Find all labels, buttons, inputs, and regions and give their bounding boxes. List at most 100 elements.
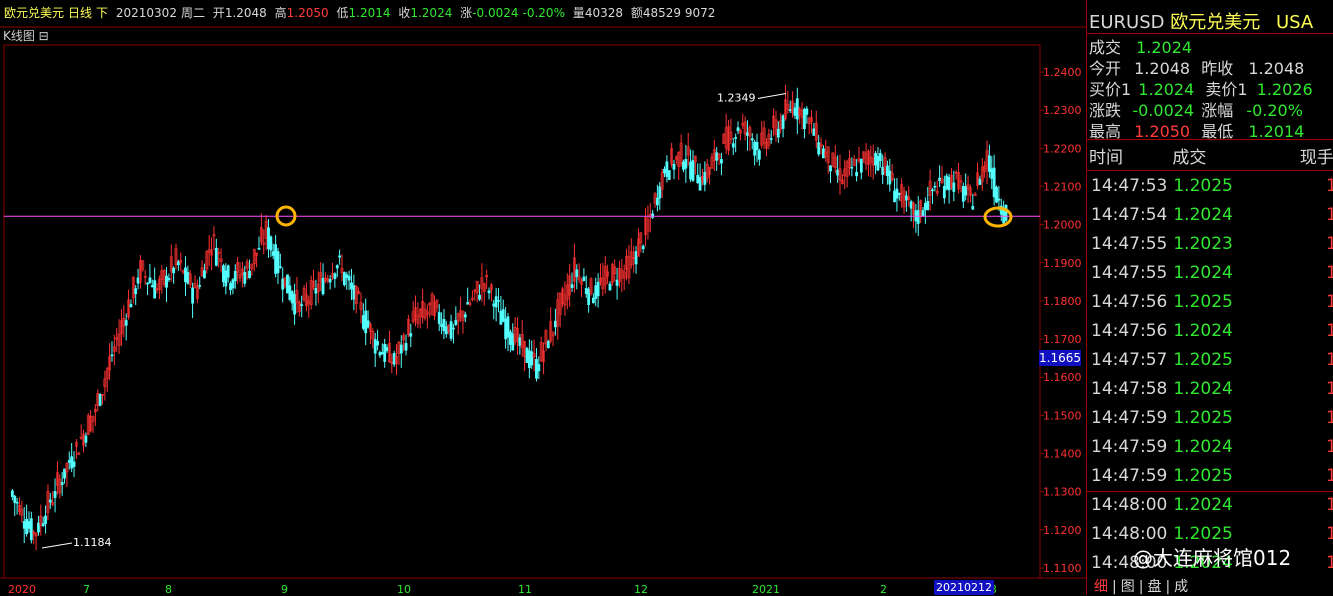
tab-detail[interactable]: 细 bbox=[1094, 579, 1108, 595]
candle-body bbox=[136, 277, 140, 284]
candle-body bbox=[634, 251, 638, 265]
tick-row: 14:47:59 1.2025 1 bbox=[1091, 466, 1333, 486]
tick-row: 14:47:59 1.2025 1 bbox=[1091, 408, 1333, 428]
tick-time: 14:47:59 bbox=[1091, 466, 1168, 486]
candle-body bbox=[720, 158, 723, 164]
candle-body bbox=[665, 161, 669, 177]
ticks-header-time: 时间 bbox=[1089, 148, 1123, 168]
candle-body bbox=[769, 138, 773, 140]
candle-body bbox=[290, 291, 294, 304]
candle-body bbox=[124, 320, 128, 326]
info-close: 1.2024 bbox=[410, 6, 453, 20]
ticks-header-price: 成交 bbox=[1172, 148, 1207, 168]
candle-body bbox=[129, 304, 133, 308]
x-tick-label: 2 bbox=[880, 583, 887, 595]
annotation-high: 1.2349 bbox=[717, 91, 756, 104]
candle-body bbox=[404, 343, 408, 351]
candle-body bbox=[172, 267, 176, 274]
candle-body bbox=[942, 186, 946, 199]
candle-body bbox=[392, 353, 396, 365]
info-amount-label: 额 bbox=[630, 6, 643, 20]
candle-body bbox=[734, 137, 738, 139]
tick-time: 14:47:59 bbox=[1091, 408, 1168, 428]
candle-body bbox=[184, 267, 187, 283]
divider bbox=[1087, 491, 1333, 492]
tick-hand: 1 bbox=[1326, 176, 1333, 196]
tick-time: 14:47:59 bbox=[1091, 437, 1168, 457]
candle-body bbox=[399, 344, 403, 354]
candle-body bbox=[293, 294, 296, 315]
candle-body bbox=[281, 278, 285, 290]
candle-body bbox=[803, 109, 806, 130]
candle-body bbox=[795, 98, 799, 120]
candle-body bbox=[931, 189, 934, 192]
info-dir: 下 bbox=[96, 6, 109, 20]
tick-hand: 1 bbox=[1326, 437, 1333, 457]
candle-body bbox=[314, 287, 318, 294]
divider bbox=[1087, 139, 1333, 140]
tab-trades[interactable]: 成 bbox=[1174, 579, 1188, 595]
candle-body bbox=[753, 141, 757, 156]
tick-row: 14:47:58 1.2024 1 bbox=[1091, 379, 1333, 399]
candle-body bbox=[961, 186, 965, 202]
kline-tab[interactable]: K线图 ⊟ bbox=[3, 27, 49, 44]
info-open: 1.2048 bbox=[224, 6, 267, 20]
candle-body bbox=[850, 166, 854, 169]
y-tick-label: 1.2100 bbox=[1043, 180, 1082, 193]
tick-time: 14:47:56 bbox=[1091, 292, 1168, 312]
candle-body bbox=[13, 495, 17, 503]
candle-body bbox=[537, 364, 541, 372]
plot-frame bbox=[3, 44, 1041, 579]
info-bar: 欧元兑美元 日线下 20210302 周二 开1.2048 高1.2050 低1.2… bbox=[0, 0, 1085, 26]
info-volume-label: 量 bbox=[572, 6, 585, 20]
tick-row: 14:47:54 1.2024 1 bbox=[1091, 205, 1333, 225]
candle-body bbox=[198, 285, 202, 287]
tick-row: 14:47:56 1.2024 1 bbox=[1091, 321, 1333, 341]
candle-body bbox=[72, 461, 76, 467]
y-tick-label: 1.1500 bbox=[1043, 409, 1082, 422]
y-tick-label: 1.1600 bbox=[1043, 371, 1082, 384]
candle-body bbox=[506, 316, 510, 338]
candle-body bbox=[361, 315, 365, 329]
candle-body bbox=[990, 168, 994, 179]
kline-chart[interactable]: 1.2400 1.2300 1.2200 1.2100 1.2000 1.1900 1.18… bbox=[0, 0, 1086, 595]
candle-body bbox=[921, 210, 925, 217]
candle-body bbox=[663, 168, 666, 174]
tab-book[interactable]: 盘 bbox=[1147, 579, 1161, 595]
tab-chart[interactable]: 图 bbox=[1121, 579, 1135, 595]
candle-body bbox=[876, 156, 880, 171]
candle-body bbox=[995, 187, 998, 203]
candle-body bbox=[689, 161, 693, 180]
x-tick-label: 9 bbox=[281, 583, 288, 595]
candle-body bbox=[203, 270, 206, 279]
candle-body bbox=[492, 303, 496, 307]
candle-body bbox=[684, 159, 688, 169]
candle-body bbox=[952, 182, 956, 192]
candle-body bbox=[1004, 204, 1008, 221]
candle-body bbox=[27, 521, 31, 529]
tick-price: 1.2024 bbox=[1173, 379, 1233, 399]
candle-body bbox=[731, 143, 735, 148]
candle-body bbox=[736, 127, 740, 132]
candle-body bbox=[383, 343, 387, 362]
candle-body bbox=[703, 171, 707, 185]
tick-row: 14:47:59 1.2024 1 bbox=[1091, 437, 1333, 457]
candle-body bbox=[37, 522, 40, 533]
candle-body bbox=[933, 185, 937, 188]
candle-body bbox=[328, 278, 332, 283]
candle-body bbox=[267, 227, 270, 250]
info-low: 1.2014 bbox=[348, 6, 391, 20]
info-amount: 48529 9072 bbox=[642, 6, 716, 20]
tick-time: 14:47:55 bbox=[1091, 234, 1168, 254]
candle-body bbox=[859, 158, 863, 173]
quote-name: 欧元兑美元 bbox=[1170, 12, 1261, 33]
candle-body bbox=[587, 288, 591, 305]
info-date: 20210302 bbox=[115, 6, 177, 20]
y-tick-label: 1.2400 bbox=[1043, 66, 1082, 79]
tick-price: 1.2024 bbox=[1173, 263, 1233, 283]
candle-body bbox=[440, 323, 444, 328]
y-tick-label: 1.1300 bbox=[1043, 486, 1082, 499]
candle-body bbox=[148, 277, 152, 283]
candle-body bbox=[224, 270, 228, 287]
ticks-header: 时间 成交 现手 bbox=[1089, 143, 1333, 168]
